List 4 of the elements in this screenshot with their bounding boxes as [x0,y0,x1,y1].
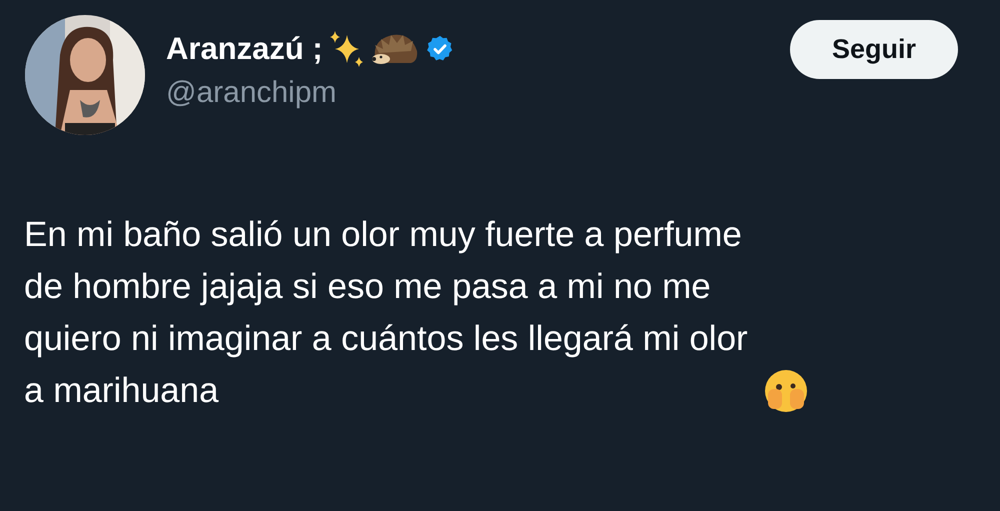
user-handle: @aranchipm [166,75,338,111]
follow-button[interactable]: Seguir [790,20,958,79]
tweet-text: En mi baño salió un olor muy fuerte a perfume de hombre jajaja si eso me pasa a mi no me quiero ni imaginar a cuántos les llegará mi olor a marihuana [24,214,748,412]
display-name: Aranzazú ; [166,30,323,68]
